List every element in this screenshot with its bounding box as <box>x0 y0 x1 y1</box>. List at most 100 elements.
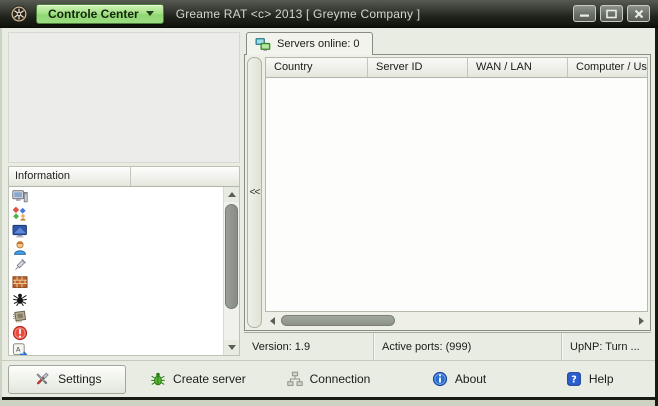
settings-label: Settings <box>58 372 101 386</box>
status-upnp: UpNP: Turn ... <box>562 333 651 360</box>
information-body: A <box>9 187 239 355</box>
list-item-user[interactable] <box>12 239 223 256</box>
status-bar: Version: 1.9 Active ports: (999) UpNP: T… <box>244 332 651 360</box>
status-active-ports: Active ports: (999) <box>374 333 562 360</box>
list-item-spider[interactable] <box>12 290 223 307</box>
close-icon <box>634 9 644 19</box>
detail-panel-empty <box>8 32 240 163</box>
remote-desktop-icon <box>12 223 28 239</box>
list-item-firewall[interactable] <box>12 273 223 290</box>
main-area: Information <box>2 28 655 360</box>
minimize-icon <box>579 9 590 18</box>
servers-table-area: Country Server ID WAN / LAN Computer / U… <box>265 57 648 328</box>
bottom-toolbar: Settings Create server <box>2 360 655 397</box>
information-panel: Information <box>8 166 240 356</box>
arrow-down-icon <box>228 345 236 350</box>
toolbar-cell-about: About <box>394 367 525 391</box>
servers-horizontal-scrollbar <box>265 313 648 328</box>
help-icon: ? <box>566 371 582 387</box>
information-header-filler <box>131 167 239 186</box>
collapse-panel-button[interactable]: << <box>247 57 262 328</box>
maximize-icon <box>606 9 617 19</box>
maximize-button[interactable] <box>600 5 623 22</box>
tab-strip: Servers online: 0 <box>244 32 651 54</box>
servers-grid-header: Country Server ID WAN / LAN Computer / U… <box>266 58 647 78</box>
list-item-system-info[interactable] <box>12 188 223 205</box>
arrow-left-icon <box>270 317 275 325</box>
list-item-chip[interactable] <box>12 307 223 324</box>
info-icon <box>432 371 448 387</box>
svg-text:?: ? <box>571 375 577 386</box>
close-button[interactable] <box>627 5 650 22</box>
window-controls <box>573 5 650 22</box>
scroll-left-button[interactable] <box>265 317 279 325</box>
servers-table-container: << Country Server ID WAN / LAN Computer … <box>244 54 651 331</box>
dropdown-arrow-icon <box>146 11 154 16</box>
toolbar-cell-help: ? Help <box>524 367 655 391</box>
horizontal-scroll-track[interactable] <box>279 313 634 328</box>
tools-icon <box>33 371 51 387</box>
about-label: About <box>455 372 486 386</box>
scroll-down-button[interactable] <box>224 340 239 355</box>
spider-icon <box>12 291 28 307</box>
firewall-icon <box>12 274 28 290</box>
app-window: Controle Center Greame RAT <c> 2013 [ Gr… <box>0 0 658 406</box>
tab-servers-online[interactable]: Servers online: 0 <box>246 32 373 55</box>
status-version: Version: 1.9 <box>244 333 374 360</box>
scroll-up-button[interactable] <box>224 187 239 202</box>
window-frame-left <box>0 28 2 406</box>
information-header-row: Information <box>9 167 239 187</box>
servers-panel: Servers online: 0 << Country Server ID W… <box>242 28 655 360</box>
chip-icon <box>12 308 28 324</box>
list-item-programs[interactable] <box>12 205 223 222</box>
connection-button[interactable]: Connection <box>281 367 377 391</box>
help-label: Help <box>589 372 614 386</box>
bug-icon <box>150 371 166 387</box>
titlebar: Controle Center Greame RAT <c> 2013 [ Gr… <box>0 0 658 28</box>
connection-label: Connection <box>310 372 371 386</box>
toolbar-cell-settings: Settings <box>2 365 133 394</box>
information-column-header[interactable]: Information <box>9 167 131 186</box>
arrow-right-icon <box>639 317 644 325</box>
injection-icon <box>12 257 28 273</box>
servers-online-icon <box>255 37 271 52</box>
user-icon <box>12 240 28 256</box>
controle-center-label: Controle Center <box>48 7 139 21</box>
list-item-keyboard-key[interactable]: A <box>12 341 223 355</box>
list-item-remote-desktop[interactable] <box>12 222 223 239</box>
column-header-server-id[interactable]: Server ID <box>368 58 468 77</box>
toolbar-cell-connection: Connection <box>263 367 394 391</box>
window-body: Information <box>2 28 655 397</box>
arrow-up-icon <box>228 192 236 197</box>
app-spider-logo-icon <box>10 5 28 23</box>
servers-grid-body <box>266 78 647 311</box>
left-panel: Information <box>2 28 242 360</box>
window-frame-bottom <box>0 400 655 406</box>
controle-center-button[interactable]: Controle Center <box>36 4 164 24</box>
svg-text:A: A <box>16 345 21 353</box>
vertical-scroll-thumb[interactable] <box>225 204 238 309</box>
column-header-computer-user[interactable]: Computer / User <box>568 58 647 77</box>
create-server-label: Create server <box>173 372 246 386</box>
servers-grid: Country Server ID WAN / LAN Computer / U… <box>265 57 648 312</box>
programs-icon <box>12 206 28 222</box>
list-item-error[interactable] <box>12 324 223 341</box>
list-item-injection[interactable] <box>12 256 223 273</box>
error-icon <box>12 325 28 341</box>
horizontal-scroll-thumb[interactable] <box>281 315 395 326</box>
keyboard-key-icon: A <box>12 342 28 356</box>
create-server-button[interactable]: Create server <box>144 367 252 391</box>
system-info-icon <box>12 189 28 205</box>
column-header-country[interactable]: Country <box>266 58 368 77</box>
information-icon-list: A <box>9 187 223 355</box>
information-vertical-scrollbar <box>223 187 239 355</box>
minimize-button[interactable] <box>573 5 596 22</box>
settings-button[interactable]: Settings <box>8 365 126 394</box>
column-header-wan-lan[interactable]: WAN / LAN <box>468 58 568 77</box>
scroll-right-button[interactable] <box>634 317 648 325</box>
help-button[interactable]: ? Help <box>560 367 620 391</box>
vertical-scroll-track[interactable] <box>224 202 239 340</box>
tab-servers-online-label: Servers online: 0 <box>277 38 360 50</box>
network-icon <box>287 371 303 387</box>
about-button[interactable]: About <box>426 367 492 391</box>
